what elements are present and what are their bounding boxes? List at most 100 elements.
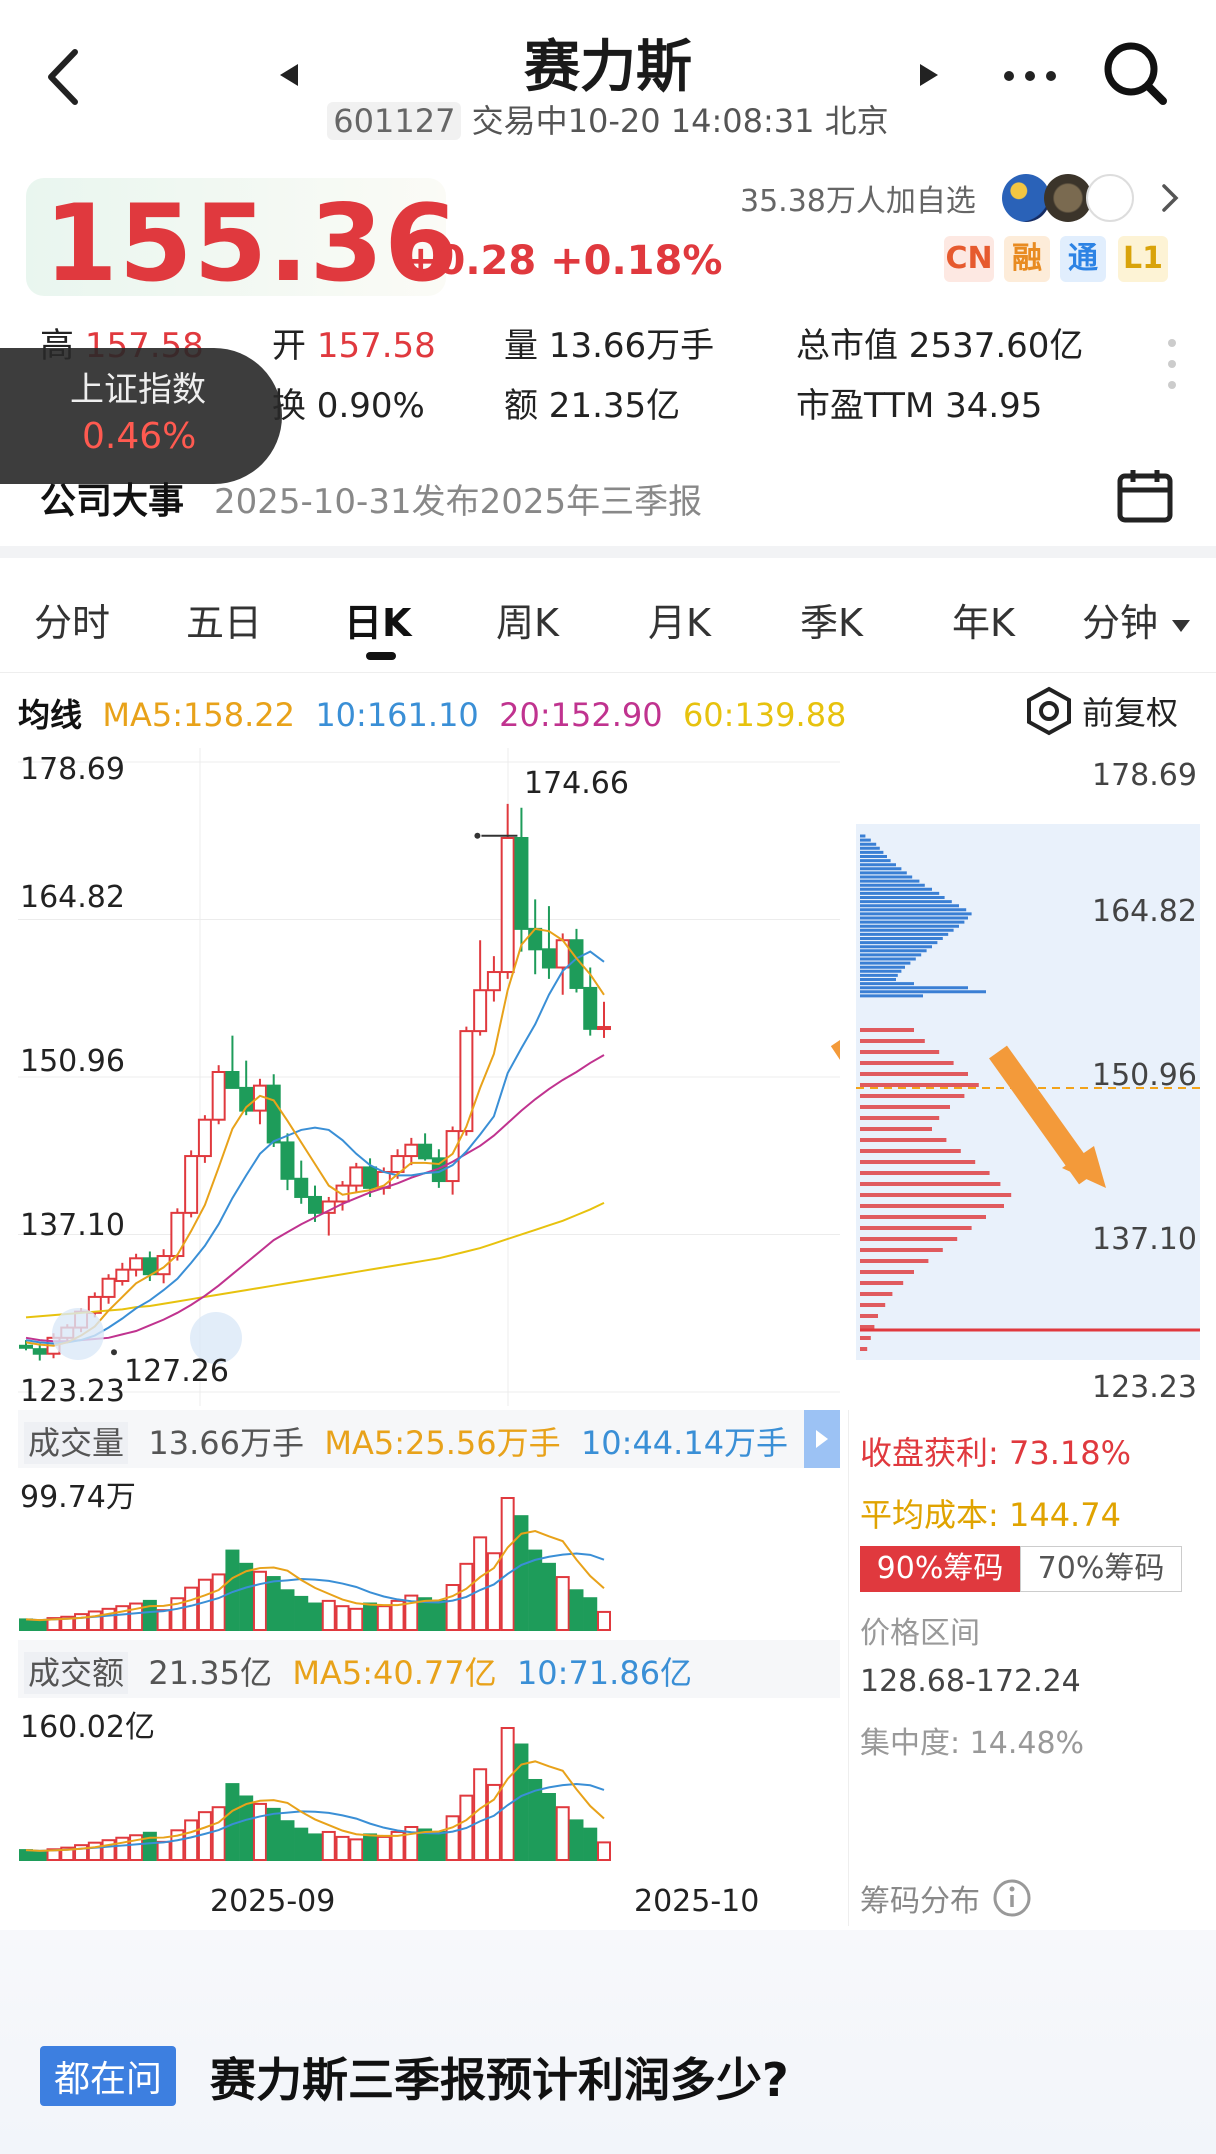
candle-body	[32, 1348, 47, 1355]
adjust-button[interactable]: 前复权	[1024, 686, 1178, 736]
amount-max-label: 160.02亿	[20, 1710, 155, 1745]
candle-body	[418, 1143, 433, 1160]
tab-yearly-k[interactable]: 年K	[952, 592, 1015, 647]
volume-bar	[101, 1839, 116, 1861]
volume-bar	[541, 1562, 556, 1631]
axis-label: 137.10	[20, 1208, 125, 1243]
indicator-switch-button[interactable]	[804, 1410, 840, 1468]
right-axis-label: 164.82	[1092, 894, 1197, 929]
kline-tabs	[0, 546, 1216, 672]
stat-pe: 市盈TTM 34.95	[796, 386, 1043, 426]
tab-intraday[interactable]: 分时	[34, 592, 110, 647]
index-toast[interactable]: 上证指数 0.46%	[0, 348, 282, 484]
chip-tab-90[interactable]: 90%筹码	[860, 1546, 1020, 1592]
candle-body	[473, 989, 488, 1033]
volume-label: 成交量	[24, 1422, 129, 1464]
volume-bar	[211, 1806, 226, 1861]
volume-bar	[597, 1841, 611, 1862]
company-event-label: 公司大事	[40, 481, 185, 522]
high-marker-dot	[474, 832, 481, 839]
tab-daily-k[interactable]: 日K	[344, 592, 411, 647]
volume-bar	[376, 1605, 391, 1632]
volume-bar	[156, 1609, 171, 1632]
price-range-value: 128.68-172.24	[860, 1664, 1081, 1699]
badge-l1[interactable]: L1	[1118, 236, 1168, 282]
tab-monthly-k[interactable]: 月K	[648, 592, 711, 647]
stats-expand-button[interactable]	[1160, 334, 1184, 394]
volume-bar	[445, 1584, 460, 1631]
volume-max-label: 99.74万	[20, 1480, 136, 1515]
candle-body	[294, 1177, 309, 1198]
date-label: 2025-10	[634, 1884, 760, 1919]
date-label: 2025-09	[210, 1884, 336, 1919]
amount-ma5: MA5:40.77亿	[292, 1654, 497, 1692]
volume-bar	[335, 1835, 350, 1862]
hexagon-settings-icon	[1027, 686, 1071, 736]
volume-bar	[101, 1607, 116, 1632]
followers-count[interactable]: 35.38万人加自选	[740, 176, 976, 220]
volume-bar	[294, 1827, 309, 1861]
chevron-right-icon	[1162, 184, 1179, 212]
volume-bar	[184, 1819, 199, 1862]
vertical-dots-icon	[1168, 339, 1176, 389]
candle-body	[528, 927, 543, 951]
badge-connect[interactable]: 通	[1060, 236, 1106, 282]
ma60-value: 60:139.88	[682, 696, 847, 734]
volume-bar	[555, 1806, 570, 1861]
volume-legend: 成交量 13.66万手 MA5:25.56万手 10:44.14万手	[24, 1418, 788, 1464]
ask-question[interactable]: 赛力斯三季报预计利润多少?	[210, 2044, 789, 2110]
axis-label: 150.96	[20, 1044, 125, 1079]
index-name: 上证指数	[70, 370, 206, 410]
trade-status: 交易中10-20 14:08:31 北京	[471, 102, 889, 140]
profit-ratio: 收盘获利: 73.18%	[860, 1434, 1131, 1472]
tab-quarterly-k[interactable]: 季K	[800, 592, 863, 647]
volume-bar	[252, 1570, 267, 1632]
volume-bar	[349, 1607, 364, 1632]
volume-bar	[19, 1618, 33, 1632]
calendar-icon	[1117, 470, 1173, 523]
candle-body	[225, 1071, 240, 1089]
volume-bar	[597, 1610, 611, 1632]
concentration: 集中度: 14.48%	[860, 1726, 1085, 1761]
volume-bar	[280, 1589, 295, 1631]
candle-body	[280, 1141, 295, 1180]
follower-avatars[interactable]	[1002, 170, 1136, 224]
volume-bar	[266, 1807, 281, 1861]
candle-body	[211, 1071, 226, 1121]
volume-bar	[156, 1840, 171, 1861]
axis-label: 178.69	[20, 752, 125, 787]
volume-bar	[541, 1793, 556, 1861]
volume-bar	[19, 1849, 33, 1862]
calendar-button[interactable]	[1112, 462, 1178, 528]
company-event-text[interactable]: 2025-10-31发布2025年三季报	[214, 474, 702, 523]
badge-margin[interactable]: 融	[1004, 236, 1050, 282]
tabs-divider	[0, 672, 1216, 673]
tab-five-day[interactable]: 五日	[186, 592, 262, 647]
ma20-value: 20:152.90	[499, 696, 663, 734]
triangle-right-icon	[920, 64, 938, 86]
caret-down-icon	[1172, 619, 1191, 632]
volume-bar	[280, 1820, 295, 1861]
ma10-value: 10:161.10	[315, 696, 479, 734]
more-button[interactable]	[998, 56, 1062, 96]
tab-weekly-k[interactable]: 周K	[496, 592, 559, 647]
stat-open: 开 157.58	[272, 326, 436, 366]
volume-chart[interactable]	[18, 1468, 840, 1634]
badge-cn[interactable]: CN	[944, 236, 994, 282]
stock-code: 601127	[327, 102, 462, 140]
avatar	[1086, 174, 1134, 222]
volume-bar	[473, 1768, 488, 1861]
volume-bar	[363, 1602, 378, 1631]
volume-bar	[500, 1727, 515, 1861]
candle-body	[308, 1195, 322, 1214]
candle-body	[541, 948, 556, 969]
followers-more-button[interactable]	[1152, 178, 1188, 218]
chip-tab-70[interactable]: 70%筹码	[1020, 1546, 1182, 1592]
next-stock-button[interactable]	[912, 58, 946, 92]
candlestick-chart[interactable]	[18, 748, 840, 1406]
volume-bar	[87, 1841, 102, 1862]
right-axis-label: 123.23	[1092, 1370, 1197, 1405]
tab-minute[interactable]: 分钟	[1082, 592, 1192, 647]
chip-footer[interactable]: 筹码分布	[860, 1876, 1032, 1920]
search-button[interactable]	[1098, 36, 1174, 112]
